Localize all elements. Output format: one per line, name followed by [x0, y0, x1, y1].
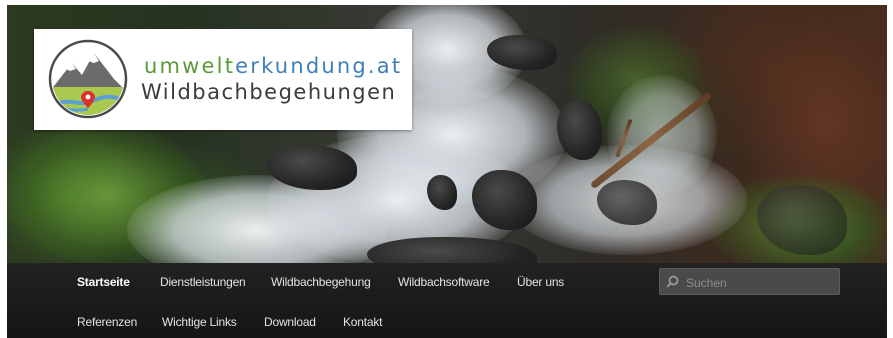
search-input[interactable]	[684, 271, 838, 294]
nav-item-wichtige-links[interactable]: Wichtige Links	[162, 315, 237, 329]
nav-item-referenzen[interactable]: Referenzen	[77, 315, 137, 329]
logo-domain-text: umwelterkundung.at	[144, 54, 402, 78]
mountain-logo-icon	[48, 39, 128, 119]
site-logo[interactable]: umwelterkundung.at Wildbachbegehungen	[34, 29, 412, 130]
nav-item-dienstleistungen[interactable]: Dienstleistungen	[160, 275, 246, 289]
logo-domain-part1: umwelt	[144, 54, 236, 78]
nav-item-kontakt[interactable]: Kontakt	[343, 315, 382, 329]
nav-item-ueber-uns[interactable]: Über uns	[517, 275, 564, 289]
nav-item-download[interactable]: Download	[264, 315, 316, 329]
nav-item-wildbachbegehung[interactable]: Wildbachbegehung	[271, 275, 371, 289]
search-box	[659, 268, 840, 295]
logo-subtitle: Wildbachbegehungen	[141, 80, 397, 104]
nav-item-wildbachsoftware[interactable]: Wildbachsoftware	[398, 275, 490, 289]
search-icon	[666, 275, 679, 288]
site-header: umwelterkundung.at Wildbachbegehungen St…	[7, 5, 887, 338]
nav-item-startseite[interactable]: Startseite	[77, 275, 130, 289]
logo-domain-part2: erkundung.at	[235, 54, 403, 78]
main-navigation: Startseite Dienstleistungen Wildbachbege…	[7, 263, 887, 338]
